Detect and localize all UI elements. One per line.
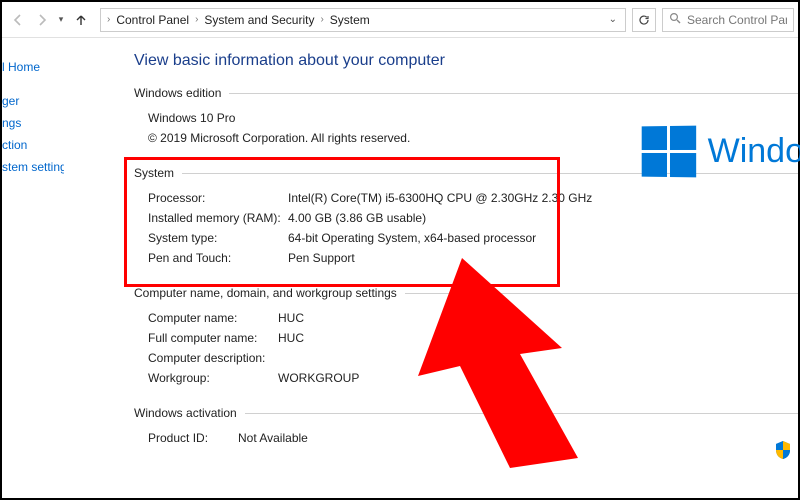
label: Computer name: [148,311,278,325]
value: Not Available [238,431,308,445]
uac-shield-icon [774,440,792,460]
group-legend: System [134,166,182,180]
windows-logo-icon [641,126,695,178]
value: HUC [278,311,304,325]
address-toolbar: ▾ › Control Panel › System and Security … [2,2,798,38]
refresh-button[interactable] [632,8,656,32]
activation-group: Windows activation Product ID:Not Availa… [134,406,798,456]
search-placeholder: Search Control Pane [687,13,787,27]
value: 4.00 GB (3.86 GB usable) [288,211,426,225]
value: 64-bit Operating System, x64-based proce… [288,231,536,245]
label: Processor: [148,191,288,205]
windows-logo: Windo [641,126,800,177]
search-icon [669,12,681,27]
sidebar-link[interactable]: ction [2,134,64,156]
windows-logo-text: Windo [708,132,800,171]
sidebar-link[interactable]: stem settings [2,156,64,178]
label: Installed memory (RAM): [148,211,288,225]
edition-copyright: © 2019 Microsoft Corporation. All rights… [148,131,410,145]
value: Pen Support [288,251,355,265]
crumb-control-panel[interactable]: Control Panel [112,13,193,27]
chevron-right-icon: › [318,14,325,25]
history-dropdown[interactable]: ▾ [54,14,68,25]
value: Intel(R) Core(TM) i5-6300HQ CPU @ 2.30GH… [288,191,592,205]
value: WORKGROUP [278,371,359,385]
search-input[interactable]: Search Control Pane [662,8,794,32]
label: Computer description: [148,351,278,365]
label: Full computer name: [148,331,278,345]
label: System type: [148,231,288,245]
sidebar-link[interactable]: ngs [2,112,64,134]
address-dropdown-icon[interactable]: ⌄ [609,14,621,25]
content-pane: View basic information about your comput… [64,38,798,498]
label: Pen and Touch: [148,251,288,265]
value: HUC [278,331,304,345]
chevron-right-icon: › [193,14,200,25]
up-button[interactable] [70,9,92,31]
crumb-system[interactable]: System [326,13,374,27]
crumb-system-security[interactable]: System and Security [200,13,318,27]
breadcrumb[interactable]: › Control Panel › System and Security › … [100,8,626,32]
group-legend: Windows activation [134,406,245,420]
sidebar-link[interactable]: ger [2,90,64,112]
computer-name-group: Computer name, domain, and workgroup set… [134,286,798,396]
page-title: View basic information about your comput… [134,52,798,70]
back-button[interactable] [6,8,30,32]
group-legend: Computer name, domain, and workgroup set… [134,286,405,300]
label: Product ID: [148,431,238,445]
left-sidebar: l Home ger ngs ction stem settings [2,38,64,498]
edition-name: Windows 10 Pro [148,111,288,125]
forward-button[interactable] [30,8,54,32]
system-group: System Processor:Intel(R) Core(TM) i5-63… [134,166,798,276]
chevron-right-icon: › [105,14,112,25]
group-legend: Windows edition [134,86,229,100]
label: Workgroup: [148,371,278,385]
sidebar-link[interactable]: l Home [2,56,64,78]
